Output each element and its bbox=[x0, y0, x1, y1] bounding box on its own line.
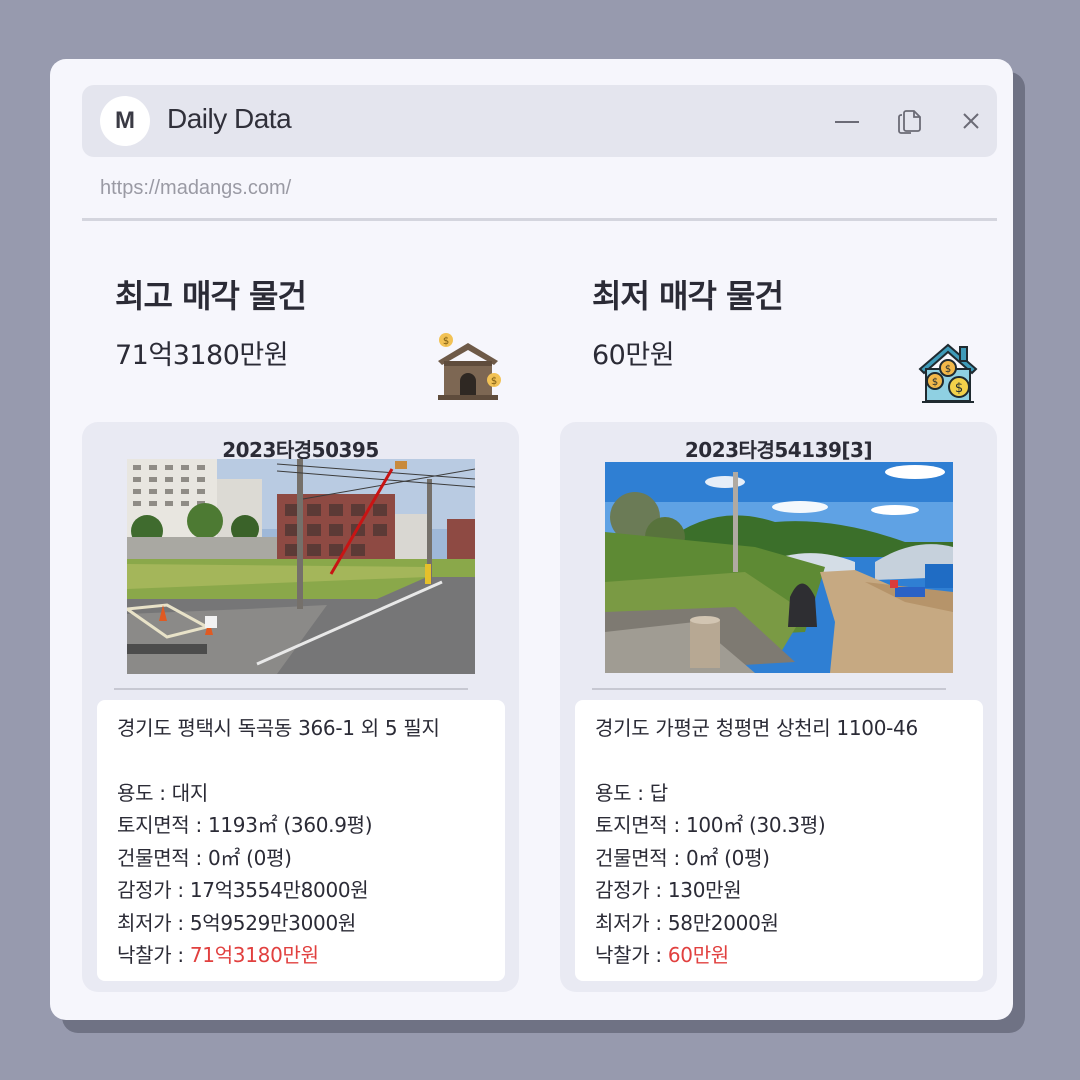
header-divider bbox=[82, 218, 997, 221]
lowest-price: 60만원 bbox=[592, 340, 675, 371]
appraisal-value: 17억3554만8000원 bbox=[189, 878, 369, 902]
building-area-row: 건물면적 : 0㎡ (0평) bbox=[595, 845, 770, 870]
highest-summary: 최고 매각 물건 71억3180만원 bbox=[115, 271, 307, 372]
app-window: M Daily Data https://madangs.com/ 최고 매각 … bbox=[50, 59, 1013, 1020]
property-address: 경기도 평택시 독곡동 366-1 외 5 필지 bbox=[117, 716, 440, 740]
winning-bid-value: 71억3180만원 bbox=[189, 943, 319, 967]
lowest-summary: 최저 매각 물건 60만원 bbox=[592, 271, 784, 372]
use-row: 용도 : 답 bbox=[595, 780, 668, 805]
app-logo: M bbox=[100, 96, 150, 146]
land-area-value: 100㎡ (30.3평) bbox=[685, 813, 826, 837]
case-number: 2023타경54139[3] bbox=[684, 438, 873, 462]
lowest-property-card[interactable]: 2023타경54139[3] 경기도 가평군 청평면 상천리 1100-46 용… bbox=[560, 422, 997, 992]
appraisal-row: 감정가 : 130만원 bbox=[595, 878, 742, 902]
house-dollar-icon: $ $ $ bbox=[918, 343, 978, 403]
land-area-row: 토지면적 : 1193㎡ (360.9평) bbox=[117, 813, 373, 837]
street-lot-photo bbox=[127, 459, 475, 674]
card-divider bbox=[592, 688, 946, 690]
svg-text:$: $ bbox=[491, 376, 497, 387]
use-value: 답 bbox=[649, 780, 668, 805]
winning-bid-row: 낙찰가 : 60만원 bbox=[595, 943, 729, 967]
svg-text:$: $ bbox=[932, 377, 938, 388]
minimum-price-row: 최저가 : 5억9529만3000원 bbox=[117, 910, 356, 935]
appraisal-value: 130만원 bbox=[667, 878, 742, 902]
url-text[interactable]: https://madangs.com/ bbox=[100, 177, 291, 200]
highest-heading: 최고 매각 물건 bbox=[115, 277, 307, 315]
appraisal-row: 감정가 : 17억3554만8000원 bbox=[117, 878, 369, 902]
minimize-button[interactable] bbox=[832, 107, 862, 135]
winning-bid-row: 낙찰가 : 71억3180만원 bbox=[117, 943, 319, 967]
close-button[interactable] bbox=[956, 107, 986, 135]
highest-price: 71억3180만원 bbox=[115, 340, 289, 371]
highest-property-card[interactable]: 2023타경50395 경기도 평택시 독곡동 366-1 외 5 필지 용도 … bbox=[82, 422, 519, 992]
property-details: 경기도 가평군 청평면 상천리 1100-46 용도 : 답 토지면적 : 10… bbox=[575, 700, 983, 981]
building-area-value: 0㎡ (0평) bbox=[207, 845, 292, 870]
building-area-row: 건물면적 : 0㎡ (0평) bbox=[117, 845, 292, 870]
minimize-icon bbox=[835, 121, 859, 123]
svg-text:$: $ bbox=[443, 336, 449, 347]
card-divider bbox=[114, 688, 468, 690]
minimum-price-value: 58만2000원 bbox=[667, 910, 779, 935]
property-address: 경기도 가평군 청평면 상천리 1100-46 bbox=[595, 716, 918, 740]
property-details: 경기도 평택시 독곡동 366-1 외 5 필지 용도 : 대지 토지면적 : … bbox=[97, 700, 505, 981]
rural-field-photo bbox=[605, 462, 953, 673]
copy-button[interactable] bbox=[895, 107, 925, 135]
close-icon bbox=[963, 113, 979, 129]
app-title: Daily Data bbox=[167, 103, 292, 134]
svg-text:$: $ bbox=[955, 381, 963, 396]
house-coins-icon: $ $ bbox=[438, 333, 501, 400]
use-row: 용도 : 대지 bbox=[117, 780, 209, 805]
title-bar: M Daily Data bbox=[82, 85, 997, 157]
land-area-row: 토지면적 : 100㎡ (30.3평) bbox=[595, 813, 826, 837]
svg-text:$: $ bbox=[945, 364, 951, 375]
minimum-price-row: 최저가 : 58만2000원 bbox=[595, 910, 779, 935]
building-area-value: 0㎡ (0평) bbox=[685, 845, 770, 870]
minimum-price-value: 5억9529만3000원 bbox=[189, 910, 356, 935]
winning-bid-value: 60만원 bbox=[667, 943, 729, 967]
copy-icon bbox=[898, 110, 921, 134]
lowest-heading: 최저 매각 물건 bbox=[592, 277, 784, 315]
land-area-value: 1193㎡ (360.9평) bbox=[207, 813, 373, 837]
use-value: 대지 bbox=[171, 780, 209, 805]
